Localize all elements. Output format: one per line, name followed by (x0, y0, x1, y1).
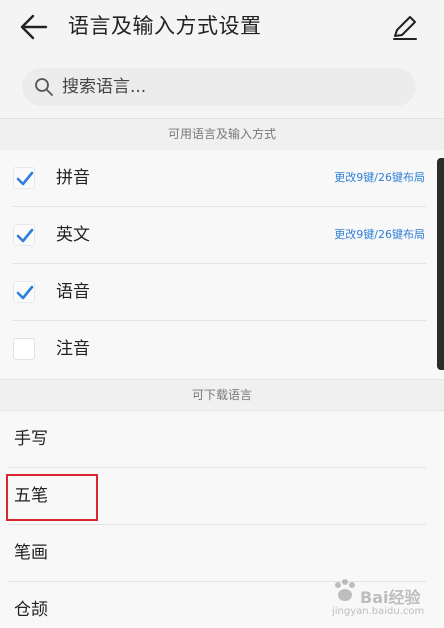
checkmark-icon (16, 228, 34, 243)
language-list: 拼音 更改9键/26键布局 英文 更改9键/26键布局 语音 注音 (0, 150, 444, 379)
watermark-url: jingyan.baidu.com (332, 606, 425, 617)
section-header-downloadable: 可下载语言 (0, 379, 444, 411)
page-title: 语言及输入方式设置 (68, 14, 262, 38)
scrollbar-handle[interactable] (437, 158, 444, 370)
section-header-available: 可用语言及输入方式 (0, 118, 444, 150)
language-label: 英文 (56, 225, 90, 245)
checkmark-icon (16, 285, 34, 300)
app-header: 语言及输入方式设置 (0, 0, 444, 58)
download-label: 笔画 (14, 543, 48, 563)
edit-button[interactable] (388, 10, 422, 44)
download-label: 五笔 (14, 486, 48, 506)
language-row-zhuyin[interactable]: 注音 (0, 321, 444, 378)
download-row-wubi[interactable]: 五笔 (0, 468, 444, 525)
language-row-pinyin[interactable]: 拼音 更改9键/26键布局 (0, 150, 444, 207)
language-row-english[interactable]: 英文 更改9键/26键布局 (0, 207, 444, 264)
change-layout-link[interactable]: 更改9键/26键布局 (334, 169, 425, 187)
download-label: 仓颉 (14, 600, 48, 620)
paw-logo-icon (335, 579, 355, 601)
back-button[interactable] (18, 12, 52, 42)
arrow-left-icon (20, 14, 48, 40)
checkmark-icon (16, 171, 34, 186)
checkbox[interactable] (13, 281, 35, 303)
search-icon (35, 78, 53, 96)
language-row-voice[interactable]: 语音 (0, 264, 444, 321)
checkbox[interactable] (13, 167, 35, 189)
checkbox[interactable] (13, 338, 35, 360)
watermark-brand: Bai经验 (360, 588, 421, 607)
search-input[interactable] (62, 72, 402, 102)
pencil-icon (393, 16, 417, 40)
language-label: 语音 (56, 282, 90, 302)
download-row-handwriting[interactable]: 手写 (0, 411, 444, 468)
checkbox[interactable] (13, 224, 35, 246)
watermark: Bai经验 jingyan.baidu.com (330, 572, 440, 624)
language-label: 拼音 (56, 168, 90, 188)
language-label: 注音 (56, 339, 90, 359)
download-label: 手写 (14, 429, 48, 449)
change-layout-link[interactable]: 更改9键/26键布局 (334, 226, 425, 244)
search-bar[interactable] (22, 68, 416, 106)
